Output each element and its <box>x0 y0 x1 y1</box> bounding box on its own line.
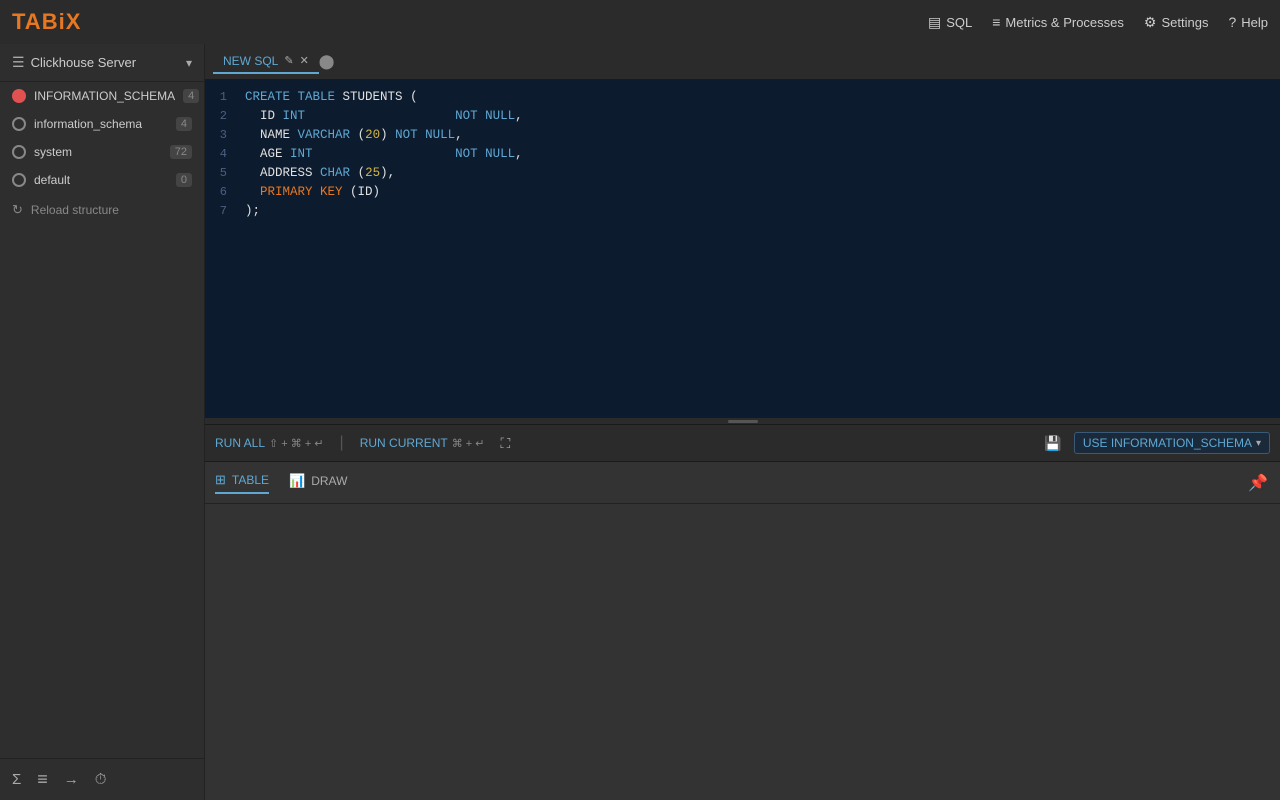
divider-dots <box>728 420 758 423</box>
db-item-system[interactable]: system 72 <box>0 138 204 166</box>
draw-tab-label: DRAW <box>311 474 347 488</box>
db-item-information-schema-lower[interactable]: information_schema 4 <box>0 110 204 138</box>
line-num-1: 1 <box>220 88 231 107</box>
arrow-right-icon[interactable]: → <box>64 771 79 788</box>
history-icon[interactable]: ⏱ <box>95 771 107 788</box>
db-name: system <box>34 145 162 159</box>
run-current-label: RUN CURRENT <box>360 436 448 450</box>
db-item-default[interactable]: default 0 <box>0 166 204 194</box>
db-icon-gray <box>12 117 26 131</box>
reload-structure-item[interactable]: ↻ Reload structure <box>0 194 204 226</box>
separator: | <box>340 434 344 452</box>
db-selector[interactable]: USE INFORMATION_SCHEMA ▾ <box>1074 432 1270 454</box>
run-current-keys: ⌘ + ↵ <box>452 437 485 450</box>
db-selector-text: USE INFORMATION_SCHEMA <box>1083 436 1252 450</box>
content-area: NEW SQL ✎ ✕ ⬤ 1 2 3 4 5 6 7 CREATE TABLE… <box>205 44 1280 800</box>
reload-icon: ↻ <box>12 202 23 218</box>
sigma-icon[interactable]: Σ <box>12 771 21 788</box>
fullscreen-icon[interactable]: ⛶ <box>500 435 510 452</box>
help-icon: ? <box>1228 14 1236 30</box>
table-tab-label: TABLE <box>232 473 269 487</box>
results-tabs: ⊞ TABLE 📊 DRAW 📌 <box>205 462 1280 504</box>
run-all-keys: ⇧ + ⌘ + ↵ <box>269 437 324 450</box>
line-num-6: 6 <box>220 183 231 202</box>
results-content <box>205 504 1280 800</box>
app-logo: TABiX <box>12 9 81 35</box>
metrics-label: Metrics & Processes <box>1005 15 1123 30</box>
tab-draw[interactable]: 📊 DRAW <box>289 473 347 493</box>
line-num-3: 3 <box>220 126 231 145</box>
tab-new-sql[interactable]: NEW SQL ✎ ✕ <box>213 50 319 74</box>
run-all-label: RUN ALL <box>215 436 265 450</box>
run-bar: RUN ALL ⇧ + ⌘ + ↵ | RUN CURRENT ⌘ + ↵ ⛶ … <box>205 424 1280 462</box>
chart-icon: 📊 <box>289 473 305 489</box>
db-item-information-schema-upper[interactable]: INFORMATION_SCHEMA 4 <box>0 82 204 110</box>
main-layout: ☰ Clickhouse Server ▾ INFORMATION_SCHEMA… <box>0 44 1280 800</box>
db-count: 4 <box>176 117 192 131</box>
metrics-nav[interactable]: ≡ Metrics & Processes <box>992 14 1124 30</box>
table-icon: ⊞ <box>215 472 226 488</box>
help-label: Help <box>1241 15 1268 30</box>
line-num-4: 4 <box>220 145 231 164</box>
pin-icon[interactable]: 📌 <box>1248 473 1268 493</box>
db-icon-gray <box>12 145 26 159</box>
editor-area: 1 2 3 4 5 6 7 CREATE TABLE STUDENTS ( ID… <box>205 80 1280 418</box>
db-count: 0 <box>176 173 192 187</box>
db-icon-gray <box>12 173 26 187</box>
sidebar: ☰ Clickhouse Server ▾ INFORMATION_SCHEMA… <box>0 44 205 800</box>
help-nav[interactable]: ? Help <box>1228 14 1268 30</box>
code-editor[interactable]: CREATE TABLE STUDENTS ( ID INT NOT NULL,… <box>235 80 1280 418</box>
edit-icon[interactable]: ✎ <box>284 54 293 67</box>
sql-nav[interactable]: ▤ SQL <box>928 14 972 31</box>
chevron-down-icon: ▾ <box>1256 438 1261 449</box>
sql-icon: ▤ <box>928 14 941 31</box>
line-num-2: 2 <box>220 107 231 126</box>
db-count: 4 <box>183 89 199 103</box>
results-area: ⊞ TABLE 📊 DRAW 📌 <box>205 462 1280 800</box>
metrics-icon: ≡ <box>992 14 1000 30</box>
sidebar-header[interactable]: ☰ Clickhouse Server ▾ <box>0 44 204 82</box>
db-name: default <box>34 173 168 187</box>
close-icon[interactable]: ✕ <box>300 54 309 67</box>
line-num-5: 5 <box>220 164 231 183</box>
sidebar-bottom: Σ ≡ → ⏱ <box>0 758 204 800</box>
gear-icon: ⚙ <box>1144 14 1157 31</box>
lines-icon[interactable]: ≡ <box>37 769 48 790</box>
db-name: INFORMATION_SCHEMA <box>34 89 175 103</box>
chevron-down-icon: ▾ <box>186 56 192 70</box>
line-numbers: 1 2 3 4 5 6 7 <box>205 80 235 418</box>
settings-nav[interactable]: ⚙ Settings <box>1144 14 1209 31</box>
server-name: Clickhouse Server <box>31 55 180 70</box>
reload-label: Reload structure <box>31 203 119 217</box>
tab-table[interactable]: ⊞ TABLE <box>215 472 269 494</box>
save-icon[interactable]: 💾 <box>1044 435 1061 452</box>
line-num-7: 7 <box>220 202 231 221</box>
settings-label: Settings <box>1161 15 1208 30</box>
tabbar: NEW SQL ✎ ✕ ⬤ <box>205 44 1280 80</box>
loading-indicator: ⬤ <box>319 53 335 70</box>
run-current-button[interactable]: RUN CURRENT ⌘ + ↵ <box>360 436 485 450</box>
sql-label: SQL <box>946 15 972 30</box>
db-icon-red <box>12 89 26 103</box>
tab-label: NEW SQL <box>223 54 278 68</box>
topbar: TABiX ▤ SQL ≡ Metrics & Processes ⚙ Sett… <box>0 0 1280 44</box>
run-all-button[interactable]: RUN ALL ⇧ + ⌘ + ↵ <box>215 436 324 450</box>
db-name: information_schema <box>34 117 168 131</box>
hamburger-icon: ☰ <box>12 54 25 71</box>
db-count: 72 <box>170 145 192 159</box>
